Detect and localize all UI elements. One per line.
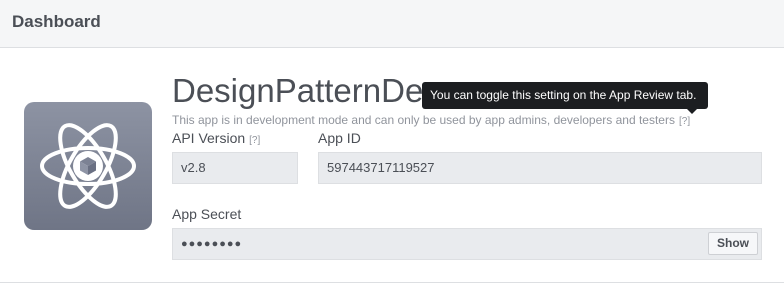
app-review-tooltip: You can toggle this setting on the App R… xyxy=(422,82,708,109)
api-version-help-icon[interactable]: [?] xyxy=(249,135,260,146)
show-secret-button[interactable]: Show xyxy=(708,232,758,255)
app-secret-field[interactable]: ●●●●●●●● xyxy=(172,228,762,260)
app-id-field[interactable]: 597443717119527 xyxy=(318,152,762,184)
page-title: Dashboard xyxy=(12,12,101,31)
api-version-field[interactable]: v2.8 xyxy=(172,152,298,184)
app-name: DesignPatternDemo xyxy=(172,72,432,109)
card-divider xyxy=(0,282,784,283)
atom-icon xyxy=(24,102,152,230)
dashboard-header: Dashboard xyxy=(0,0,784,48)
development-mode-note: This app is in development mode and can … xyxy=(172,113,690,127)
api-version-label: API Version [?] xyxy=(172,130,260,146)
app-id-label: App ID xyxy=(318,130,361,146)
tooltip-arrow xyxy=(687,109,697,114)
development-mode-text: This app is in development mode and can … xyxy=(172,113,675,127)
help-icon[interactable]: [?] xyxy=(679,116,690,127)
api-version-label-text: API Version xyxy=(172,130,246,146)
app-secret-label: App Secret xyxy=(172,206,242,222)
